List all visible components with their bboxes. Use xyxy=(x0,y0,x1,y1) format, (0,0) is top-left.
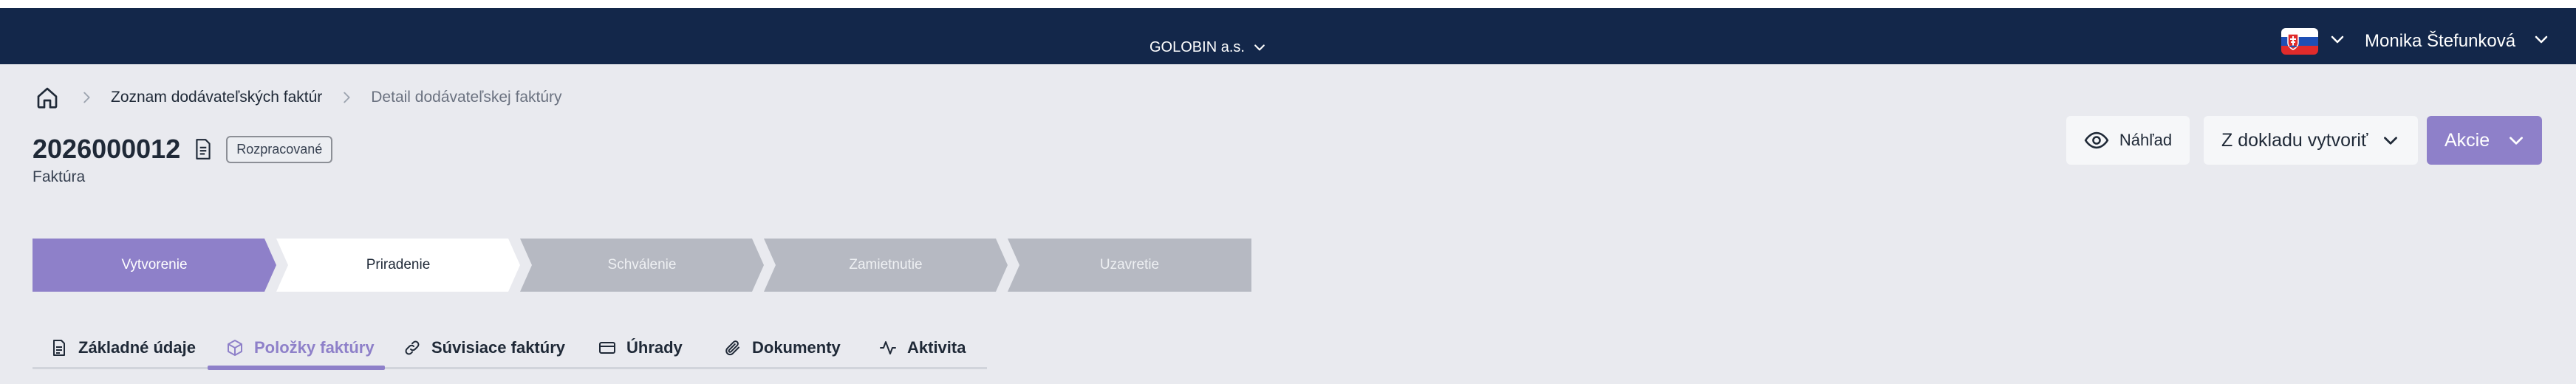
create-from-document-label: Z dokladu vytvoriť xyxy=(2221,129,2368,151)
document-type: Faktúra xyxy=(33,168,86,185)
active-tab-indicator xyxy=(208,366,385,370)
tab-label: Súvisiace faktúry xyxy=(431,338,565,357)
company-name: GOLOBIN a.s. xyxy=(1149,38,1245,55)
tab-related-invoices[interactable]: Súvisiace faktúry xyxy=(403,329,565,367)
chevron-down-icon xyxy=(2510,137,2523,145)
step-label: Zamietnutie xyxy=(849,257,923,272)
document-icon xyxy=(53,340,65,356)
step-label: Vytvorenie xyxy=(121,257,188,272)
tab-label: Aktivita xyxy=(907,338,966,357)
tab-payments[interactable]: Úhrady xyxy=(598,329,683,367)
status-badge: Rozpracované xyxy=(226,135,333,163)
workflow-step: Uzavretie xyxy=(1008,239,1251,292)
tab-invoice-items[interactable]: Položky faktúry xyxy=(226,329,375,367)
activity-icon xyxy=(880,341,896,354)
document-number: 2026000012 xyxy=(33,134,181,164)
preview-button[interactable]: Náhľad xyxy=(2066,116,2190,165)
browser-top-strip xyxy=(0,0,2576,8)
chevron-down-icon xyxy=(1254,44,1265,51)
actions-dropdown-button[interactable]: Akcie xyxy=(2427,116,2542,165)
chevron-down-icon xyxy=(2384,137,2397,145)
workflow-step: Priradenie xyxy=(276,239,520,292)
workflow-stepper: Vytvorenie Priradenie Schválenie Zamietn… xyxy=(33,239,1251,292)
eye-icon xyxy=(2084,131,2109,149)
tab-label: Základné údaje xyxy=(78,338,196,357)
workflow-step: Vytvorenie xyxy=(33,239,276,292)
create-from-document-dropdown[interactable]: Z dokladu vytvoriť xyxy=(2204,116,2418,165)
language-chevron-down-icon[interactable] xyxy=(2329,30,2346,48)
slovakia-flag-icon[interactable] xyxy=(2281,28,2318,55)
tab-label: Úhrady xyxy=(626,338,683,357)
user-menu[interactable]: Monika Štefunková xyxy=(2365,28,2515,55)
home-icon[interactable] xyxy=(33,83,62,112)
tab-activity[interactable]: Aktivita xyxy=(879,329,966,367)
document-title-row: 2026000012 Rozpracované xyxy=(33,130,333,168)
tab-documents[interactable]: Dokumenty xyxy=(724,329,841,367)
document-icon[interactable] xyxy=(194,138,213,160)
workflow-step: Schválenie xyxy=(520,239,764,292)
step-label: Priradenie xyxy=(366,257,431,272)
top-navbar: GOLOBIN a.s. Monika Štefunková xyxy=(0,8,2576,64)
workflow-step: Zamietnutie xyxy=(764,239,1008,292)
detail-tabs: Základné údaje Položky faktúry Súvisiace… xyxy=(33,329,987,370)
chevron-right-icon xyxy=(83,92,90,103)
step-label: Uzavretie xyxy=(1099,257,1160,272)
company-switcher[interactable]: GOLOBIN a.s. xyxy=(1149,35,1267,59)
tab-basic-info[interactable]: Základné údaje xyxy=(50,329,196,367)
actions-label: Akcie xyxy=(2445,129,2490,151)
breadcrumb-current: Detail dodávateľskej faktúry xyxy=(371,89,562,106)
preview-label: Náhľad xyxy=(2119,131,2173,149)
credit-card-icon xyxy=(599,342,615,354)
breadcrumb: Zoznam dodávateľských faktúr Detail dodá… xyxy=(33,80,562,115)
step-label: Schválenie xyxy=(607,257,677,272)
breadcrumb-invoice-list-link[interactable]: Zoznam dodávateľských faktúr xyxy=(111,89,322,106)
chevron-right-icon xyxy=(344,92,350,103)
user-chevron-down-icon[interactable] xyxy=(2532,30,2550,48)
box-icon xyxy=(228,340,242,356)
paperclip-icon xyxy=(725,340,739,356)
link-icon xyxy=(405,340,420,355)
user-name: Monika Štefunková xyxy=(2365,31,2516,51)
tab-label: Položky faktúry xyxy=(254,338,375,357)
tab-label: Dokumenty xyxy=(752,338,841,357)
